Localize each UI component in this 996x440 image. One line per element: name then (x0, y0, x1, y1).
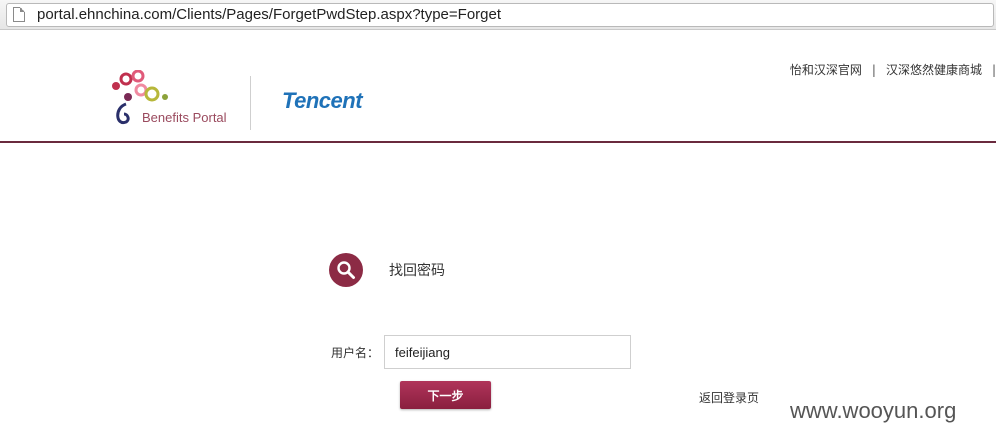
health-mall-link[interactable]: 汉深悠然健康商城 (876, 61, 992, 78)
search-icon (329, 253, 363, 287)
tencent-logo: Tencent (282, 88, 363, 113)
logo-divider (250, 76, 251, 130)
username-input[interactable] (384, 335, 631, 369)
browser-address-bar: portal.ehnchina.com/Clients/Pages/Forget… (0, 0, 996, 30)
official-site-link[interactable]: 怡和汉深官网 (780, 61, 872, 78)
url-field[interactable]: portal.ehnchina.com/Clients/Pages/Forget… (6, 3, 994, 27)
benefits-portal-logo-text: Benefits Portal (142, 110, 227, 125)
username-label: 用户名： (331, 346, 380, 360)
link-separator: | (991, 62, 996, 77)
top-links: 怡和汉深官网 | 汉深悠然健康商城 | (780, 61, 996, 78)
next-step-button[interactable]: 下一步 (400, 381, 491, 409)
watermark: www.wooyun.org (790, 398, 957, 423)
page-title: 找回密码 (389, 263, 445, 279)
url-text[interactable]: portal.ehnchina.com/Clients/Pages/Forget… (37, 6, 501, 23)
header-divider (0, 141, 996, 143)
document-icon (13, 7, 25, 22)
back-to-login-link[interactable]: 返回登录页 (699, 389, 759, 406)
